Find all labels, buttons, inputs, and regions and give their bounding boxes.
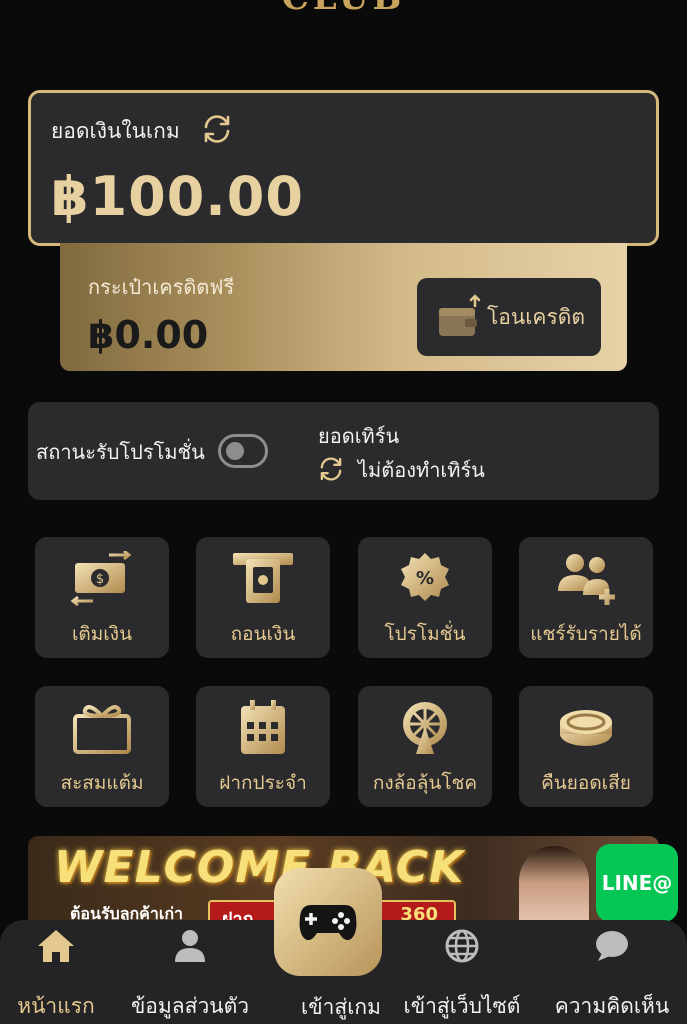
deposit-button[interactable]: $ เติมเงิน: [35, 537, 169, 658]
promotion-button[interactable]: % โปรโมชั่น: [358, 537, 492, 658]
gamepad-icon: [299, 905, 357, 941]
transfer-credit-button[interactable]: โอนเครดิต: [417, 278, 601, 356]
cashback-button[interactable]: คืนยอดเสีย: [519, 686, 653, 807]
wallet-transfer-icon: [439, 294, 481, 336]
nav-feedback-label: ความคิดเห็น: [554, 994, 670, 1018]
collect-points-button[interactable]: สะสมแต้ม: [35, 686, 169, 807]
line-contact-button[interactable]: LINE@: [596, 844, 678, 922]
balance-amount: ฿100.00: [51, 165, 304, 228]
fixed-deposit-button[interactable]: ฝากประจำ: [196, 686, 330, 807]
deposit-label: เติมเงิน: [71, 623, 133, 645]
withdraw-icon: [230, 549, 296, 609]
refresh-icon[interactable]: [199, 111, 235, 147]
promotion-status-label: สถานะรับโปรโมชั่น: [36, 440, 205, 464]
balance-label: ยอดเงินในเกม: [51, 119, 180, 143]
promotion-icon: %: [392, 549, 458, 609]
enter-game-fab[interactable]: [274, 868, 382, 976]
nav-website[interactable]: เข้าสู่เว็บไซต์: [396, 920, 528, 1024]
chat-icon: [594, 926, 630, 966]
turnover-value: ไม่ต้องทำเทิร์น: [358, 458, 485, 482]
share-income-icon: [553, 549, 619, 609]
transfer-credit-label: โอนเครดิต: [487, 304, 586, 329]
fixed-deposit-label: ฝากประจำ: [219, 772, 307, 794]
home-icon: [36, 926, 76, 966]
globe-icon: [444, 926, 480, 966]
collect-points-label: สะสมแต้ม: [60, 772, 144, 794]
gift-icon: [69, 698, 135, 758]
user-icon: [173, 926, 207, 966]
free-credit-card: กระเป๋าเครดิตฟรี ฿0.00 โอนเครดิต: [60, 243, 627, 371]
nav-feedback[interactable]: ความคิดเห็น: [546, 920, 678, 1024]
nav-enter-game-label: เข้าสู่เกม: [301, 995, 381, 1019]
deposit-icon: $: [69, 549, 135, 609]
nav-home-label: หน้าแรก: [17, 994, 95, 1018]
lucky-wheel-label: กงล้อลุ้นโชค: [372, 772, 478, 794]
nav-profile-label: ข้อมูลส่วนตัว: [130, 994, 250, 1018]
promotion-status-panel: สถานะรับโปรโมชั่น ยอดเทิร์น ไม่ต้องทำเทิ…: [28, 402, 659, 500]
toggle-knob: [226, 442, 244, 460]
turnover-refresh-icon: [320, 457, 342, 481]
share-income-button[interactable]: แชร์รับรายได้: [519, 537, 653, 658]
nav-website-label: เข้าสู่เว็บไซต์: [403, 994, 521, 1018]
nav-profile[interactable]: ข้อมูลส่วนตัว: [118, 920, 262, 1024]
banner-title: WELCOME BACK: [54, 842, 465, 893]
svg-text:$: $: [96, 572, 104, 587]
brand-logo: CLUB: [0, 0, 687, 18]
turnover-title: ยอดเทิร์น: [318, 424, 400, 448]
lucky-wheel-icon: [392, 698, 458, 758]
free-credit-label: กระเป๋าเครดิตฟรี: [88, 275, 235, 299]
promotion-label: โปรโมชั่น: [384, 623, 466, 645]
coin-cashback-icon: [553, 698, 619, 758]
cashback-label: คืนยอดเสีย: [541, 772, 631, 794]
game-balance-card: ยอดเงินในเกม ฿100.00: [28, 90, 659, 246]
promotion-toggle[interactable]: [218, 434, 268, 468]
calendar-icon: [230, 698, 296, 758]
svg-text:%: %: [416, 568, 434, 589]
withdraw-button[interactable]: ถอนเงิน: [196, 537, 330, 658]
withdraw-label: ถอนเงิน: [230, 623, 296, 645]
lucky-wheel-button[interactable]: กงล้อลุ้นโชค: [358, 686, 492, 807]
free-credit-amount: ฿0.00: [88, 313, 209, 357]
share-income-label: แชร์รับรายได้: [530, 623, 642, 645]
nav-home[interactable]: หน้าแรก: [8, 920, 104, 1024]
